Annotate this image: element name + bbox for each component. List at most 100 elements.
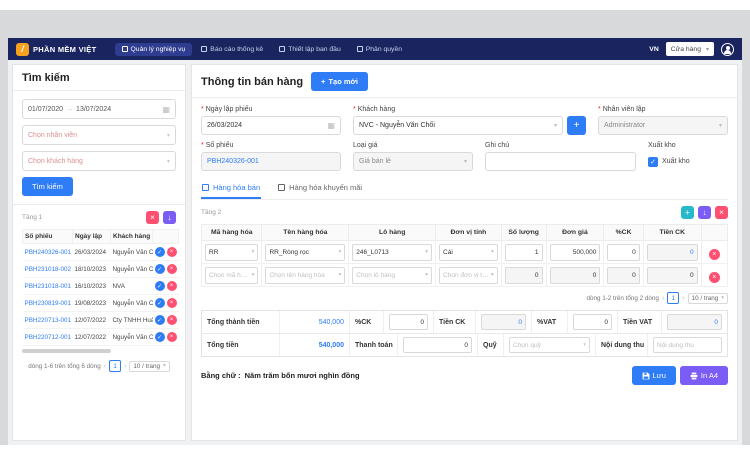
pagination-summary: dòng 1-6 trên tổng 6 dòng xyxy=(28,363,100,370)
employee-select[interactable]: Chọn nhân viên ▾ xyxy=(22,125,176,145)
content-input[interactable]: Nội dung thu xyxy=(653,337,722,353)
brand[interactable]: / PHẦN MỀM VIỆT xyxy=(16,43,97,56)
tab-goods-sold[interactable]: Hàng hóa bán xyxy=(201,180,261,199)
required-mark: * xyxy=(201,142,204,149)
export-stock-checkbox[interactable]: ✓ xyxy=(648,157,658,167)
payment-input[interactable]: 0 xyxy=(403,337,472,353)
item-price-input[interactable]: 500,000 xyxy=(550,244,601,261)
page-size-select[interactable]: 10 / trang ▾ xyxy=(688,293,728,304)
delete-receipt-button[interactable]: × xyxy=(167,332,177,342)
nav-item-reports[interactable]: Báo cáo thống kê xyxy=(194,43,270,56)
next-page-button[interactable]: › xyxy=(124,363,126,370)
nav-item-label: Quản lý nghiệp vụ xyxy=(131,46,186,53)
add-row-button[interactable]: + xyxy=(681,206,694,219)
clear-filter-button[interactable]: × xyxy=(146,211,159,224)
receipt-id-link[interactable]: PBH231018-002 xyxy=(23,261,73,278)
select-receipt-button[interactable]: ✓ xyxy=(155,315,165,325)
discount-pct-input[interactable]: 0 xyxy=(389,314,428,330)
item-name-select[interactable]: Chọn tên hàng hóa▾ xyxy=(265,267,345,284)
item-unit-select[interactable]: Chọn đơn vị tính▾ xyxy=(439,267,498,284)
export-stock-checkbox-label: Xuất kho xyxy=(662,158,690,165)
vat-pct-input[interactable]: 0 xyxy=(573,314,612,330)
select-receipt-button[interactable]: ✓ xyxy=(155,298,165,308)
page-number[interactable]: 1 xyxy=(667,292,679,304)
receipt-row[interactable]: PBH231018-002 18/10/2023 Nguyễn Văn Chối… xyxy=(23,261,179,278)
print-a4-button[interactable]: In A4 xyxy=(680,366,728,385)
prev-page-button[interactable]: ‹ xyxy=(104,363,106,370)
tab-promo-goods[interactable]: Hàng hóa khuyến mãi xyxy=(277,180,363,199)
create-new-button[interactable]: + Tạo mới xyxy=(311,72,368,91)
date-to-value[interactable]: 13/07/2024 xyxy=(76,106,111,113)
customer-select[interactable]: Chọn khách hàng ▾ xyxy=(22,151,176,171)
page-size-select[interactable]: 10 / trang ▾ xyxy=(129,361,169,372)
item-code-select[interactable]: Chọn mã hàng hóa▾ xyxy=(205,267,258,284)
receipt-row[interactable]: PBH220713-001 12/07/2022 Cty TNHH Huân T… xyxy=(23,312,179,329)
receipt-id-link[interactable]: PBH220713-001 xyxy=(23,312,73,329)
export-excel-button[interactable]: ↓ xyxy=(163,211,176,224)
receipt-row[interactable]: PBH231018-001 16/10/2023 NVA ✓× xyxy=(23,278,179,295)
clear-items-button[interactable]: × xyxy=(715,206,728,219)
scrollbar-thumb[interactable] xyxy=(22,349,111,353)
grid-label: Tầng 1 xyxy=(22,214,42,221)
fund-select[interactable]: Chọn quỹ▾ xyxy=(509,337,590,353)
prev-page-button[interactable]: ‹ xyxy=(662,295,664,302)
page-number[interactable]: 1 xyxy=(109,360,121,372)
language-label[interactable]: VN xyxy=(649,46,658,53)
main-menu: Quản lý nghiệp vụ Báo cáo thống kê Thiết… xyxy=(115,43,410,56)
select-receipt-button[interactable]: ✓ xyxy=(155,264,165,274)
item-qty-input[interactable]: 1 xyxy=(505,244,543,261)
nav-item-initial-setup[interactable]: Thiết lập ban đầu xyxy=(272,43,348,56)
items-toolbar: Tầng 2 + ↓ × xyxy=(201,206,728,219)
item-code-select[interactable]: RR▾ xyxy=(205,244,258,261)
receipts-header-row: Số phiếu Ngày lập Khách hàng xyxy=(23,230,179,244)
receipt-id-link[interactable]: PBH220712-001 xyxy=(23,329,73,346)
customer-value: NVC - Nguyễn Văn Chối xyxy=(359,122,435,129)
item-row-new: Chọn mã hàng hóa▾ Chọn tên hàng hóa▾ Chọ… xyxy=(202,264,728,287)
customer-select[interactable]: NVC - Nguyễn Văn Chối ▾ xyxy=(353,116,563,135)
user-avatar[interactable] xyxy=(721,43,734,56)
select-receipt-button[interactable]: ✓ xyxy=(155,281,165,291)
receipt-date: 26/03/2024 xyxy=(73,244,111,261)
date-from-value[interactable]: 01/07/2020 xyxy=(28,106,63,113)
delete-item-button[interactable]: × xyxy=(709,249,720,260)
note-input[interactable] xyxy=(485,152,636,171)
col-discount-pct: %CK xyxy=(604,225,643,241)
delete-receipt-button[interactable]: × xyxy=(167,298,177,308)
add-customer-button[interactable]: + xyxy=(567,116,586,135)
field-issue-date: *Ngày lập phiếu 26/03/2024 ▦ xyxy=(201,106,341,135)
items-tabs: Hàng hóa bán Hàng hóa khuyến mãi xyxy=(201,180,728,200)
search-button[interactable]: Tìm kiếm xyxy=(22,177,73,196)
nav-item-permissions[interactable]: Phân quyền xyxy=(350,43,409,56)
store-select[interactable]: Cửa hàng ▾ xyxy=(666,42,714,56)
receipt-row[interactable]: PBH240326-001 26/03/2024 Nguyễn Văn Chối… xyxy=(23,244,179,261)
receipt-no-value: PBH240326-001 xyxy=(207,158,259,165)
delete-receipt-button[interactable]: × xyxy=(167,315,177,325)
caret-down-icon: ▾ xyxy=(339,272,342,278)
delete-receipt-button[interactable]: × xyxy=(167,281,177,291)
item-lot-select[interactable]: Chọn lô hàng▾ xyxy=(352,267,432,284)
next-page-button[interactable]: › xyxy=(682,295,684,302)
receipt-row[interactable]: PBH220712-001 12/07/2022 Nguyễn Văn Chối… xyxy=(23,329,179,346)
delete-receipt-button[interactable]: × xyxy=(167,247,177,257)
receipt-id-link[interactable]: PBH230819-001 xyxy=(23,295,73,312)
item-discount-pct-input[interactable]: 0 xyxy=(607,244,639,261)
receipt-id-link[interactable]: PBH240326-001 xyxy=(23,244,73,261)
amount-in-words-row: Bằng chữ : Năm trăm bốn mươi nghìn đồng … xyxy=(201,366,728,385)
item-unit-select[interactable]: Cái▾ xyxy=(439,244,498,261)
item-lot-select[interactable]: 246_L0713▾ xyxy=(352,244,432,261)
search-panel-title: Tìm kiếm xyxy=(13,65,185,91)
export-items-button[interactable]: ↓ xyxy=(698,206,711,219)
delete-receipt-button[interactable]: × xyxy=(167,264,177,274)
required-mark: * xyxy=(598,106,601,113)
receipt-id-link[interactable]: PBH231018-001 xyxy=(23,278,73,295)
date-range-picker[interactable]: 01/07/2020 → 13/07/2024 ▦ xyxy=(22,99,176,119)
close-icon: × xyxy=(712,274,716,281)
save-button[interactable]: Lưu xyxy=(632,366,676,385)
select-receipt-button[interactable]: ✓ xyxy=(155,247,165,257)
item-name-select[interactable]: RR_Ròng rọc▾ xyxy=(265,244,345,261)
select-receipt-button[interactable]: ✓ xyxy=(155,332,165,342)
receipt-row[interactable]: PBH230819-001 19/08/2023 Nguyễn Văn Chối… xyxy=(23,295,179,312)
delete-item-button[interactable]: × xyxy=(709,272,720,283)
issue-date-input[interactable]: 26/03/2024 ▦ xyxy=(201,116,341,135)
nav-item-business-management[interactable]: Quản lý nghiệp vụ xyxy=(115,43,193,56)
